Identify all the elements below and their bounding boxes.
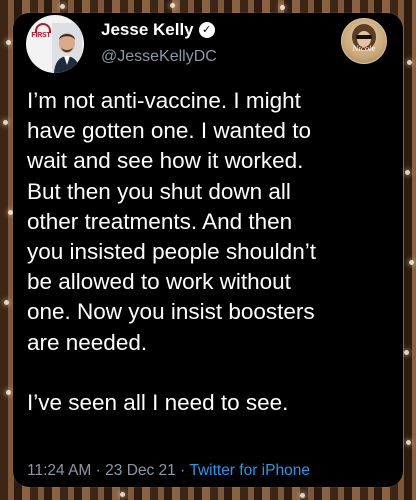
watermark-signature: Nicole <box>352 45 376 53</box>
watermark-avatar: Nicole <box>341 18 387 64</box>
author-name[interactable]: Jesse Kelly <box>101 20 194 40</box>
tweet-source-link[interactable]: Twitter for iPhone <box>189 462 310 479</box>
tweet-body: I’m not anti-vaccine. I might have gotte… <box>27 88 316 416</box>
person-photo-icon <box>52 23 82 73</box>
tweet-date[interactable]: 23 Dec 21 <box>105 462 176 479</box>
network-logo-text: FIRST <box>31 32 51 39</box>
tweet-time[interactable]: 11:24 AM <box>27 462 91 479</box>
meta-separator: · <box>180 462 186 479</box>
avatar[interactable]: FIRST <box>26 15 84 73</box>
author-handle[interactable]: @JesseKellyDC <box>101 48 217 66</box>
meta-separator: · <box>95 462 101 479</box>
author-name-row[interactable]: Jesse Kelly ✓ <box>101 20 215 40</box>
tweet-meta: 11:24 AM · 23 Dec 21 · Twitter for iPhon… <box>27 462 310 480</box>
verified-badge-icon: ✓ <box>198 22 215 38</box>
